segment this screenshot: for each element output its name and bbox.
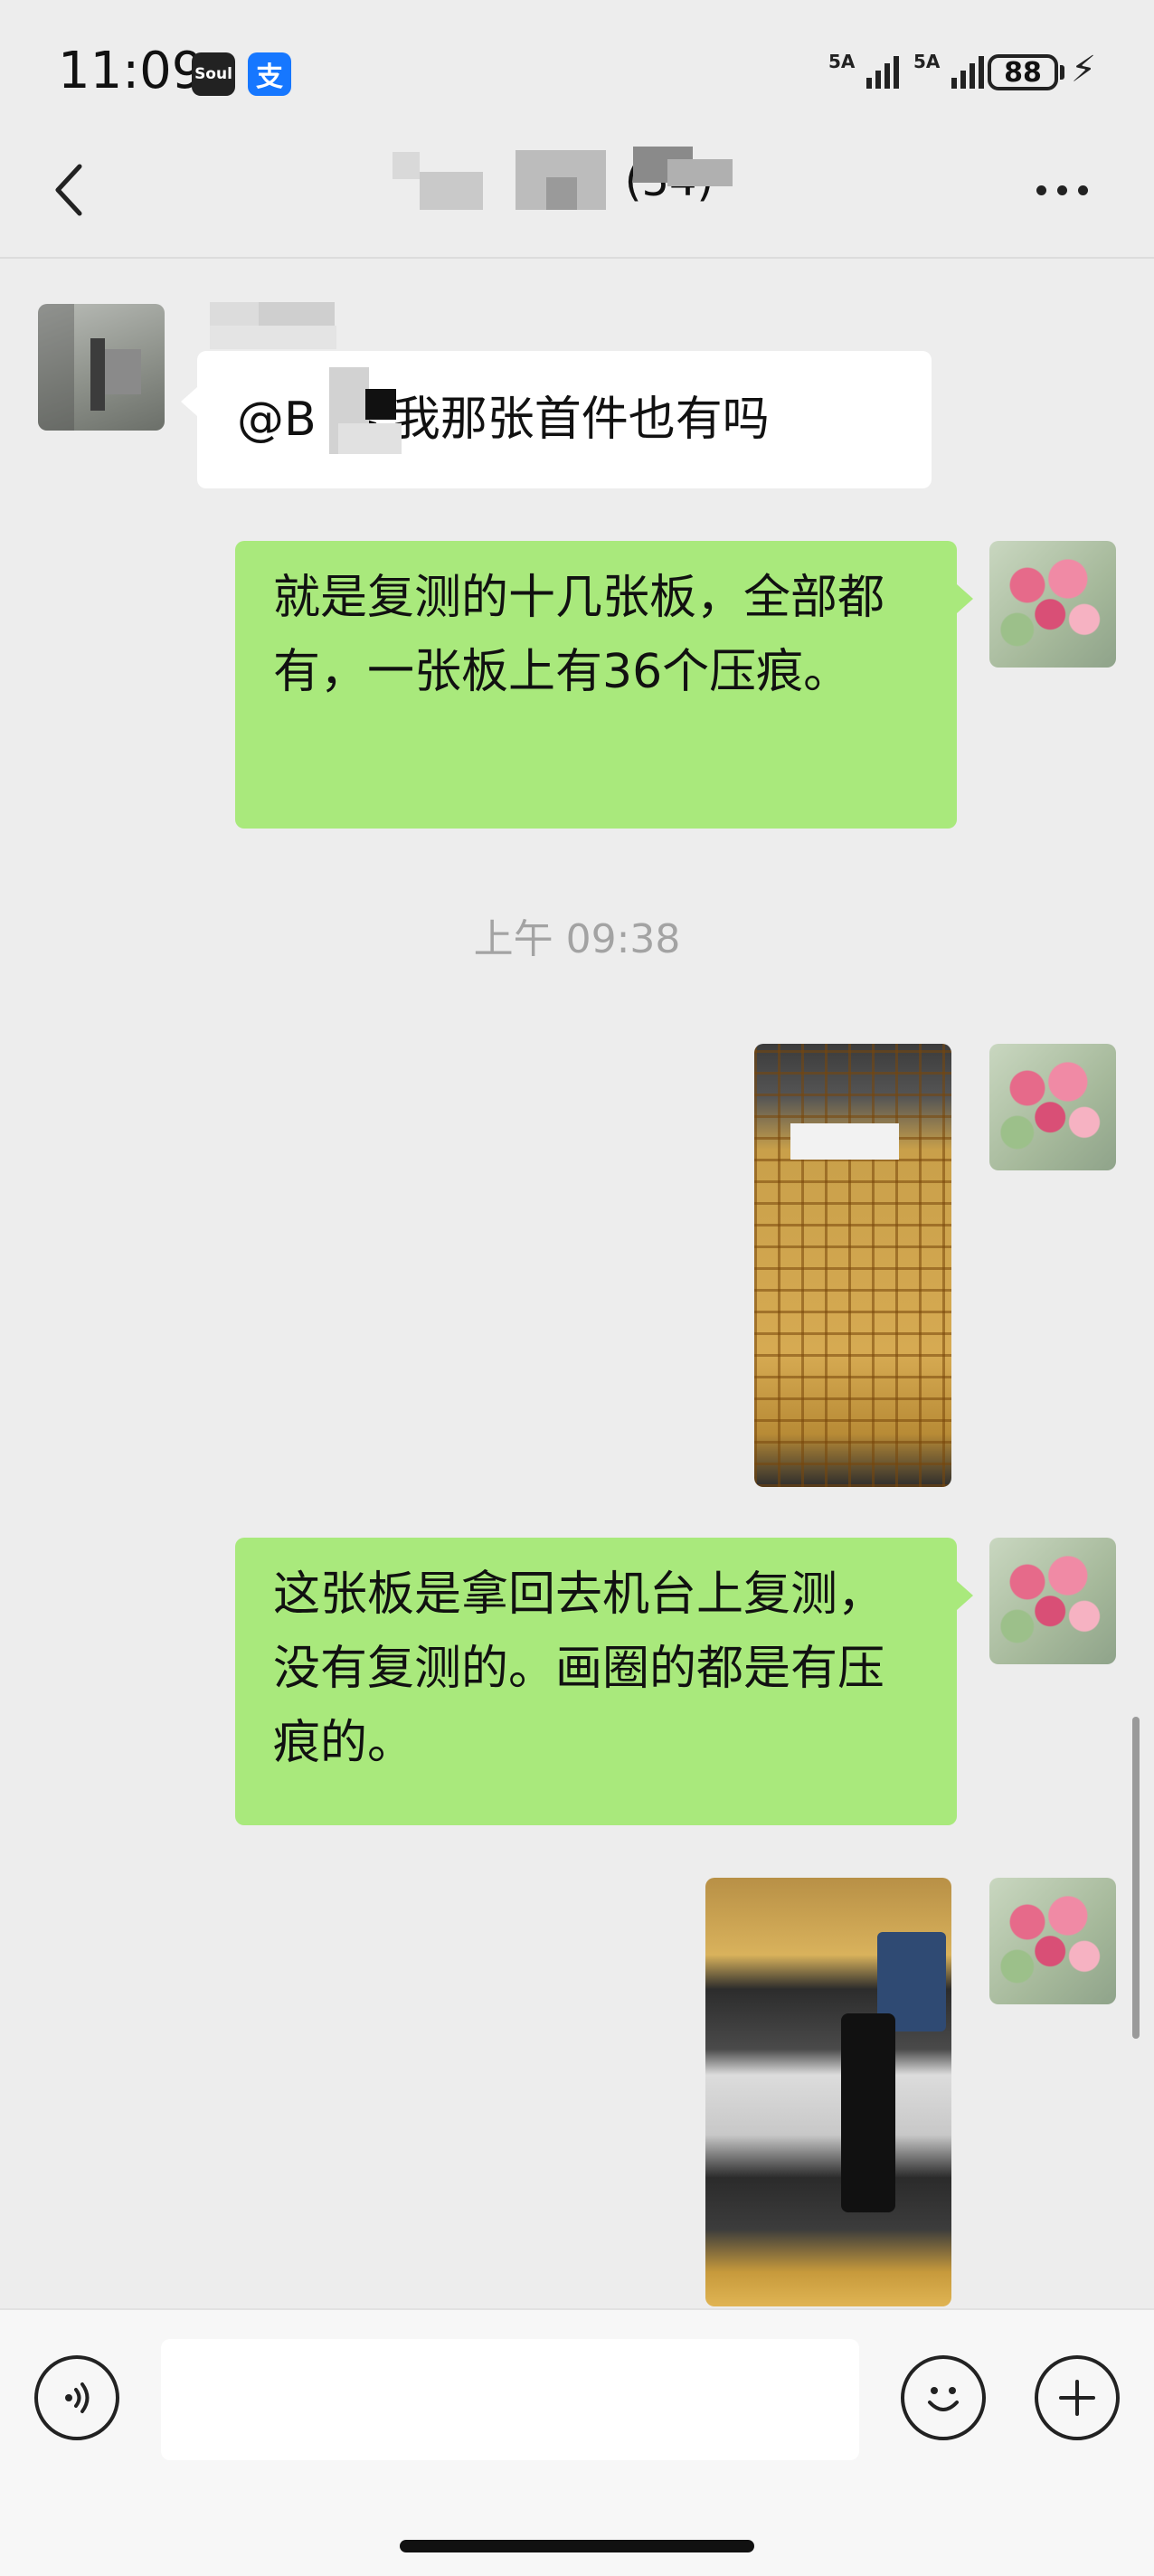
sender-name-mosaic [210, 326, 336, 349]
mention-mosaic [365, 389, 396, 420]
signal-icon-1: 5A [828, 51, 899, 89]
avatar-other[interactable] [38, 304, 165, 431]
add-button[interactable] [1035, 2355, 1120, 2440]
signal-icon-2: 5A [913, 51, 984, 89]
more-dot [1077, 185, 1088, 195]
alipay-app-icon: 支 [248, 52, 291, 96]
more-dot [1036, 185, 1046, 195]
bubble-tail [957, 1581, 973, 1610]
battery-tip [1060, 65, 1064, 80]
status-time: 11:09 [58, 42, 204, 100]
back-arrow-icon [55, 164, 82, 216]
message-text: 就是复测的十几张板，全部都有，一张板上有36个压痕。 [273, 571, 885, 699]
avatar-self[interactable] [989, 541, 1116, 668]
bubble-tail [181, 387, 197, 416]
avatar-self[interactable] [989, 1538, 1116, 1664]
scrollbar[interactable] [1132, 1717, 1140, 2039]
more-dot [1056, 185, 1067, 195]
title-mosaic [420, 172, 483, 210]
message-bubble-self[interactable]: 就是复测的十几张板，全部都有，一张板上有36个压痕。 [235, 541, 957, 829]
signal-label-1: 5A [828, 51, 856, 72]
home-indicator[interactable] [400, 2540, 754, 2552]
message-text: 这张板是拿回去机台上复测，没有复测的。画圈的都是有压痕的。 [273, 1567, 885, 1770]
message-text: @B 琴 我那张首件也有吗 [237, 393, 770, 447]
add-icon [1059, 2380, 1095, 2416]
lens-shape [841, 2013, 895, 2212]
microscope-camera-photo[interactable] [705, 1878, 951, 2306]
photo-label-sheet [790, 1123, 899, 1160]
emoji-button[interactable] [901, 2355, 986, 2440]
voice-button[interactable] [34, 2355, 119, 2440]
voice-icon [65, 2382, 90, 2413]
more-button[interactable] [1026, 163, 1098, 217]
back-button[interactable] [47, 154, 92, 226]
battery-level: 88 [1004, 56, 1042, 89]
charging-bolt-icon: ⚡ [1071, 49, 1097, 90]
header-divider [0, 257, 1154, 259]
sender-name-mosaic [210, 302, 259, 326]
emoji-icon [928, 2387, 959, 2411]
bubble-tail [957, 584, 973, 613]
soul-app-icon: Soul [192, 52, 235, 96]
title-mosaic [393, 152, 420, 179]
avatar-self[interactable] [989, 1878, 1116, 2004]
message-bubble-other[interactable]: @B 琴 我那张首件也有吗 [197, 351, 932, 488]
title-mosaic [667, 159, 733, 186]
message-input[interactable] [161, 2339, 859, 2460]
title-mosaic [546, 177, 577, 210]
pcb-board-photo[interactable] [754, 1044, 951, 1487]
avatar-self[interactable] [989, 1044, 1116, 1170]
message-bubble-self[interactable]: 这张板是拿回去机台上复测，没有复测的。画圈的都是有压痕的。 [235, 1538, 957, 1825]
signal-label-2: 5A [913, 51, 941, 72]
message-timestamp: 上午 09:38 [473, 916, 681, 962]
battery-icon: 88 [988, 54, 1058, 90]
mention-mosaic [338, 423, 402, 454]
